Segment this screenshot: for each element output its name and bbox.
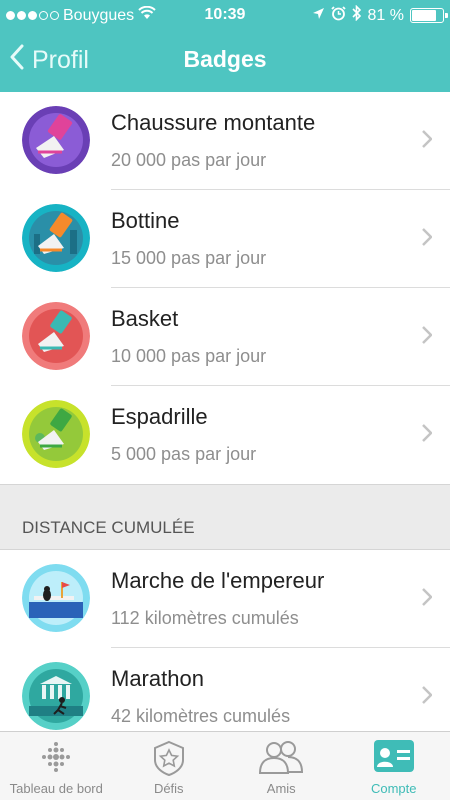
tab-label: Compte: [370, 781, 417, 796]
list-item[interactable]: Marathon 42 kilomètres cumulés: [0, 648, 450, 731]
section-header: DISTANCE CUMULÉE: [0, 510, 450, 550]
chevron-right-icon: [422, 130, 433, 153]
list-item[interactable]: Chaussure montante 20 000 pas par jour: [0, 92, 450, 190]
status-bar: Bouygues 10:39 81 %: [0, 0, 450, 32]
marathon-badge-icon: [22, 662, 90, 730]
badge-subtitle: 20 000 pas par jour: [111, 150, 267, 170]
badge-title: Chaussure montante: [111, 110, 316, 135]
badge-subtitle: 15 000 pas par jour: [111, 248, 267, 268]
battery-icon: [410, 8, 448, 23]
battery-percent: 81 %: [367, 6, 404, 24]
badge-list[interactable]: Chaussure montante 20 000 pas par jour B…: [0, 92, 450, 731]
tab-friends[interactable]: Amis: [225, 732, 338, 800]
section-gap: [0, 484, 450, 510]
badge-subtitle: 42 kilomètres cumulés: [111, 706, 291, 726]
location-arrow-icon: [312, 7, 325, 25]
badge-title: Bottine: [111, 208, 180, 233]
badge-title: Marche de l'empereur: [111, 568, 325, 593]
chevron-right-icon: [422, 686, 433, 709]
list-item[interactable]: Espadrille 5 000 pas par jour: [0, 386, 450, 484]
badge-subtitle: 5 000 pas par jour: [111, 444, 257, 464]
tab-label: Tableau de bord: [9, 781, 103, 796]
bluetooth-icon: [351, 4, 362, 26]
nav-bar: Profil Badges: [0, 32, 450, 92]
badge-subtitle: 112 kilomètres cumulés: [111, 608, 299, 628]
friends-icon: [258, 740, 304, 779]
page-title: Badges: [183, 46, 267, 72]
tab-label: Défis: [153, 781, 184, 796]
list-item[interactable]: Marche de l'empereur 112 kilomètres cumu…: [0, 550, 450, 648]
boot-badge-icon: [22, 204, 90, 272]
sneaker-badge-icon: [22, 302, 90, 370]
badge-title: Espadrille: [111, 404, 208, 429]
badge-title: Marathon: [111, 666, 204, 691]
high-top-shoe-badge-icon: [22, 106, 90, 174]
chevron-right-icon: [422, 588, 433, 611]
dashboard-dots-icon: [41, 740, 71, 779]
distance-group: Marche de l'empereur 112 kilomètres cumu…: [0, 550, 450, 731]
tab-bar: Tableau de bord Défis Amis Compte: [0, 731, 450, 800]
penguin-badge-icon: [22, 564, 90, 632]
daily-steps-group: Chaussure montante 20 000 pas par jour B…: [0, 92, 450, 484]
header: Bouygues 10:39 81 % Profil Badges: [0, 0, 450, 92]
tab-account[interactable]: Compte: [338, 732, 450, 800]
tab-label: Amis: [266, 781, 296, 796]
chevron-right-icon: [422, 228, 433, 251]
chevron-right-icon: [422, 424, 433, 447]
tab-dashboard[interactable]: Tableau de bord: [0, 732, 113, 800]
chevron-right-icon: [422, 326, 433, 349]
badge-title: Basket: [111, 306, 179, 331]
list-item[interactable]: Bottine 15 000 pas par jour: [0, 190, 450, 288]
list-item[interactable]: Basket 10 000 pas par jour: [0, 288, 450, 386]
alarm-icon: [330, 5, 346, 26]
badge-subtitle: 10 000 pas par jour: [111, 346, 267, 366]
account-card-icon: [373, 740, 414, 777]
badge-star-icon: [153, 740, 185, 781]
espadrille-badge-icon: [22, 400, 90, 468]
tab-challenges[interactable]: Défis: [113, 732, 226, 800]
